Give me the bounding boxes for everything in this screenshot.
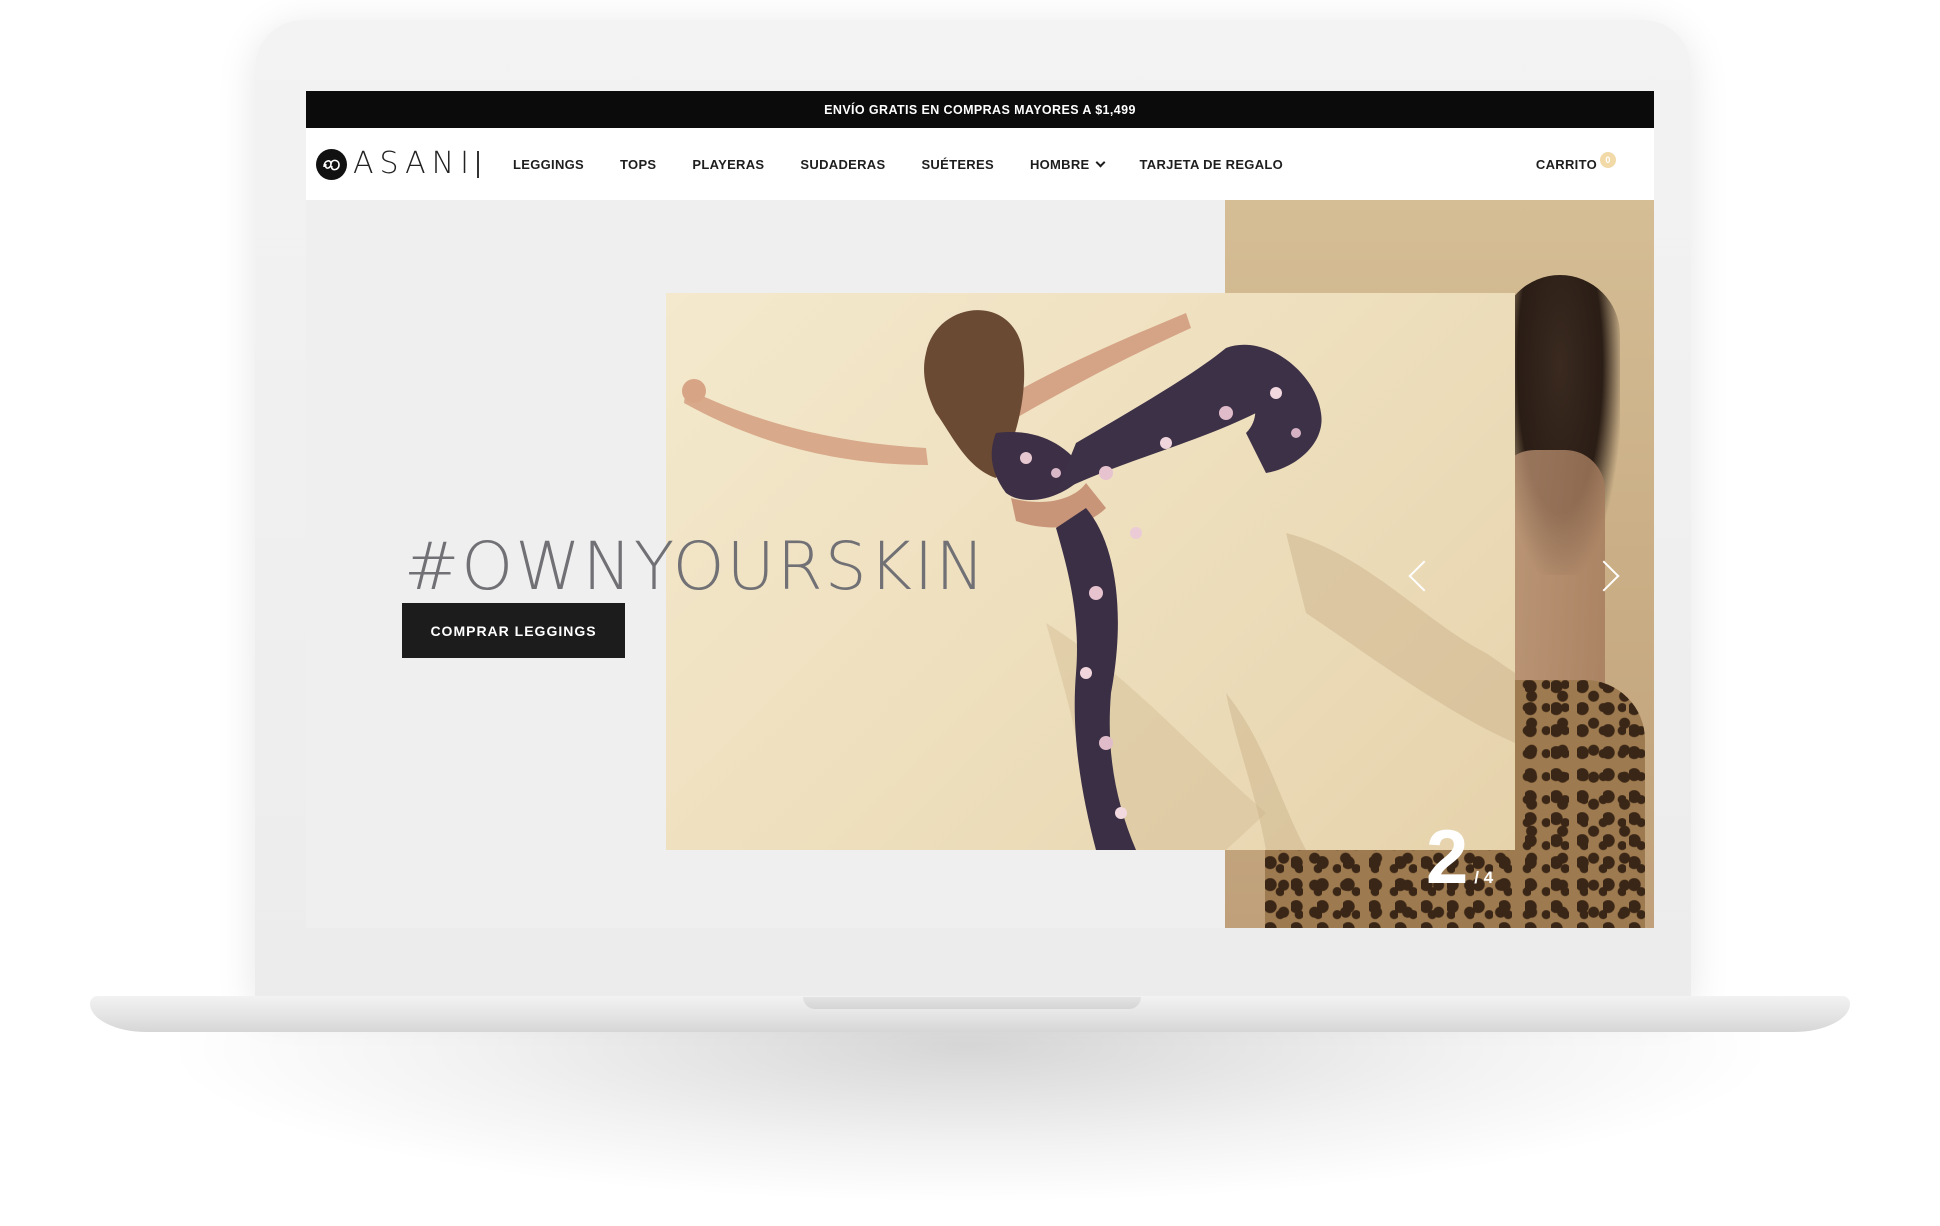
logo-mark-icon: [316, 148, 347, 180]
laptop-base-notch: [803, 997, 1141, 1009]
slide-counter: 2 / 4: [1426, 820, 1493, 896]
main-nav: LEGGINGS TOPS PLAYERAS SUDADERAS SUÉTERE…: [513, 128, 1319, 200]
slide-total-number: / 4: [1474, 868, 1494, 887]
nav-item-sueteres[interactable]: SUÉTERES: [921, 157, 993, 172]
nav-item-hombre[interactable]: HOMBRE: [1029, 156, 1105, 172]
cart-link[interactable]: CARRITO 0: [1536, 128, 1616, 200]
nav-item-label: SUDADERAS: [800, 156, 886, 172]
laptop-screen: ENVÍO GRATIS EN COMPRAS MAYORES A $1,499…: [306, 91, 1654, 928]
nav-item-label: HOMBRE: [1029, 156, 1090, 172]
cart-count-badge: 0: [1600, 152, 1616, 168]
logo-divider: [476, 150, 479, 178]
nav-item-tops[interactable]: TOPS: [620, 157, 656, 172]
nav-item-label: LEGGINGS: [513, 156, 585, 172]
nav-item-label: TOPS: [620, 156, 657, 172]
brand-logo[interactable]: ASANI: [316, 148, 479, 180]
cart-label: CARRITO: [1535, 156, 1597, 172]
nav-item-tarjeta-de-regalo[interactable]: TARJETA DE REGALO: [1140, 157, 1284, 172]
slide-current-number: 2: [1426, 815, 1469, 900]
hero-heading: #OWNYOURSKIN: [404, 528, 987, 606]
brand-name: ASANI: [353, 146, 475, 181]
chevron-down-icon: [1095, 157, 1105, 167]
nav-item-sudaderas[interactable]: SUDADERAS: [800, 157, 885, 172]
hero-slider: #OWNYOURSKIN COMPRAR LEGGINGS 2 / 4: [306, 200, 1654, 928]
shop-leggings-button[interactable]: COMPRAR LEGGINGS: [402, 603, 625, 658]
nav-item-label: SUÉTERES: [921, 156, 994, 172]
announcement-text: ENVÍO GRATIS EN COMPRAS MAYORES A $1,499: [824, 102, 1136, 117]
nav-item-playeras[interactable]: PLAYERAS: [692, 157, 764, 172]
announcement-bar: ENVÍO GRATIS EN COMPRAS MAYORES A $1,499: [306, 91, 1654, 128]
nav-item-label: PLAYERAS: [692, 156, 765, 172]
site-header: ASANI LEGGINGS TOPS PLAYERAS SUDADERAS S…: [306, 128, 1654, 200]
nav-item-label: TARJETA DE REGALO: [1139, 156, 1284, 172]
laptop-shadow: [180, 1030, 1760, 1200]
nav-item-leggings[interactable]: LEGGINGS: [513, 157, 584, 172]
